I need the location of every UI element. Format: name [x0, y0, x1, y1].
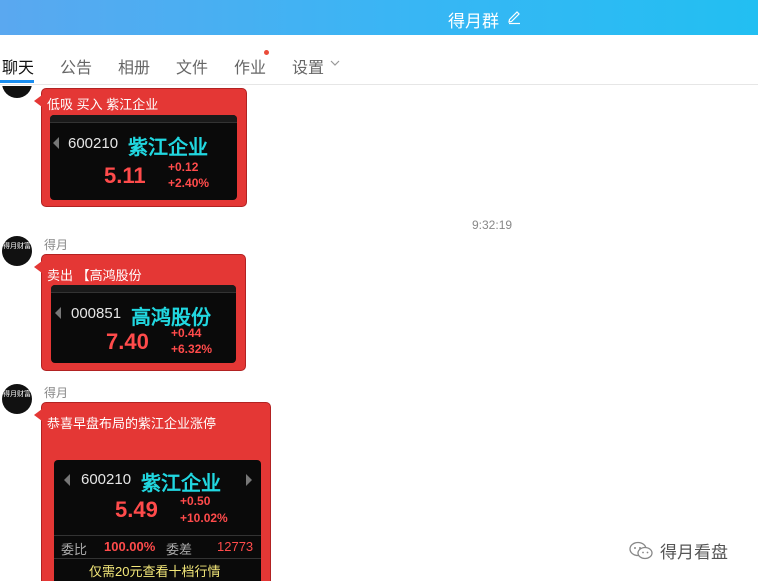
chat-area[interactable]: 得月财富 低吸 买入 紫江企业 600210 紫江企业 5.11 +0.12 +… [0, 86, 758, 581]
message-text: 卖出 【高鸿股份 [47, 268, 142, 283]
tab-album[interactable]: 相册 [118, 54, 150, 78]
stock-code: 600210 [68, 135, 119, 152]
stock-price: 5.49 [115, 497, 158, 522]
message-timestamp: 9:32:19 [472, 218, 513, 232]
message-bubble[interactable]: 低吸 买入 紫江企业 600210 紫江企业 5.11 +0.12 +2.40% [34, 88, 247, 207]
stock-quote-card[interactable]: 600210 紫江企业 5.11 +0.12 +2.40% [50, 115, 237, 200]
weicha-value: 12773 [217, 539, 254, 554]
stock-change-percent: +6.32% [171, 342, 213, 356]
quote-divider [54, 535, 261, 536]
stock-name: 紫江企业 [128, 137, 208, 159]
stock-name: 紫江企业 [141, 473, 221, 495]
stock-change-percent: +2.40% [168, 176, 210, 190]
stock-change: +0.44 [171, 326, 202, 340]
avatar[interactable]: 得月财富 [2, 86, 32, 98]
stock-code: 600210 [81, 471, 132, 488]
tab-announcement[interactable]: 公告 [60, 54, 92, 78]
quote-header-strip [50, 115, 237, 123]
weibi-value: 100.00% [104, 539, 156, 554]
watermark: 得月看盘 [628, 538, 728, 563]
header-bar: 得月群 [0, 0, 758, 35]
arrow-left-icon[interactable] [64, 474, 70, 486]
stock-change: +0.12 [168, 160, 199, 174]
arrow-left-icon[interactable] [53, 137, 59, 149]
quote-divider [54, 558, 261, 559]
weibi-label: 委比 [61, 542, 88, 557]
sender-name: 得月 [44, 386, 69, 400]
chevron-down-icon[interactable] [329, 57, 341, 69]
promo-link[interactable]: 仅需20元查看十档行情 [89, 561, 220, 580]
tab-settings[interactable]: 设置 [292, 54, 324, 78]
stock-change-percent: +10.02% [180, 511, 228, 525]
tab-files[interactable]: 文件 [176, 54, 208, 78]
message-bubble[interactable]: 卖出 【高鸿股份 000851 高鸿股份 7.40 +0.44 +6.32% [34, 254, 246, 371]
tab-homework[interactable]: 作业 [234, 54, 266, 78]
watermark-text: 得月看盘 [660, 543, 728, 562]
arrow-left-icon[interactable] [55, 307, 61, 319]
weicha-label: 委差 [166, 542, 193, 557]
message-bubble[interactable]: 恭喜早盘布局的紫江企业涨停 600210 紫江企业 5.49 +0.50 +10… [34, 402, 271, 581]
group-title: 得月群 [448, 12, 499, 31]
stock-change: +0.50 [180, 494, 211, 508]
stock-quote-card[interactable]: 600210 紫江企业 5.49 +0.50 +10.02% 委比 100.00… [54, 460, 261, 581]
quote-header-strip [51, 285, 236, 293]
message-text: 恭喜早盘布局的紫江企业涨停 [47, 416, 217, 431]
avatar[interactable]: 得月财富 [2, 236, 32, 266]
stock-price: 7.40 [106, 329, 149, 354]
stock-price: 5.11 [104, 163, 146, 188]
stock-code: 000851 [71, 305, 122, 322]
notification-dot [264, 50, 269, 55]
arrow-right-icon[interactable] [246, 474, 252, 486]
tab-chat[interactable]: 聊天 [2, 54, 34, 78]
sender-name: 得月 [44, 238, 69, 252]
active-tab-indicator [0, 80, 34, 83]
edit-icon[interactable] [506, 9, 522, 25]
avatar[interactable]: 得月财富 [2, 384, 32, 414]
stock-quote-card[interactable]: 000851 高鸿股份 7.40 +0.44 +6.32% [51, 285, 236, 363]
wechat-icon [629, 541, 653, 559]
message-text: 低吸 买入 紫江企业 [47, 97, 159, 112]
tab-bar: 聊天 公告 相册 文件 作业 设置 [0, 35, 758, 85]
